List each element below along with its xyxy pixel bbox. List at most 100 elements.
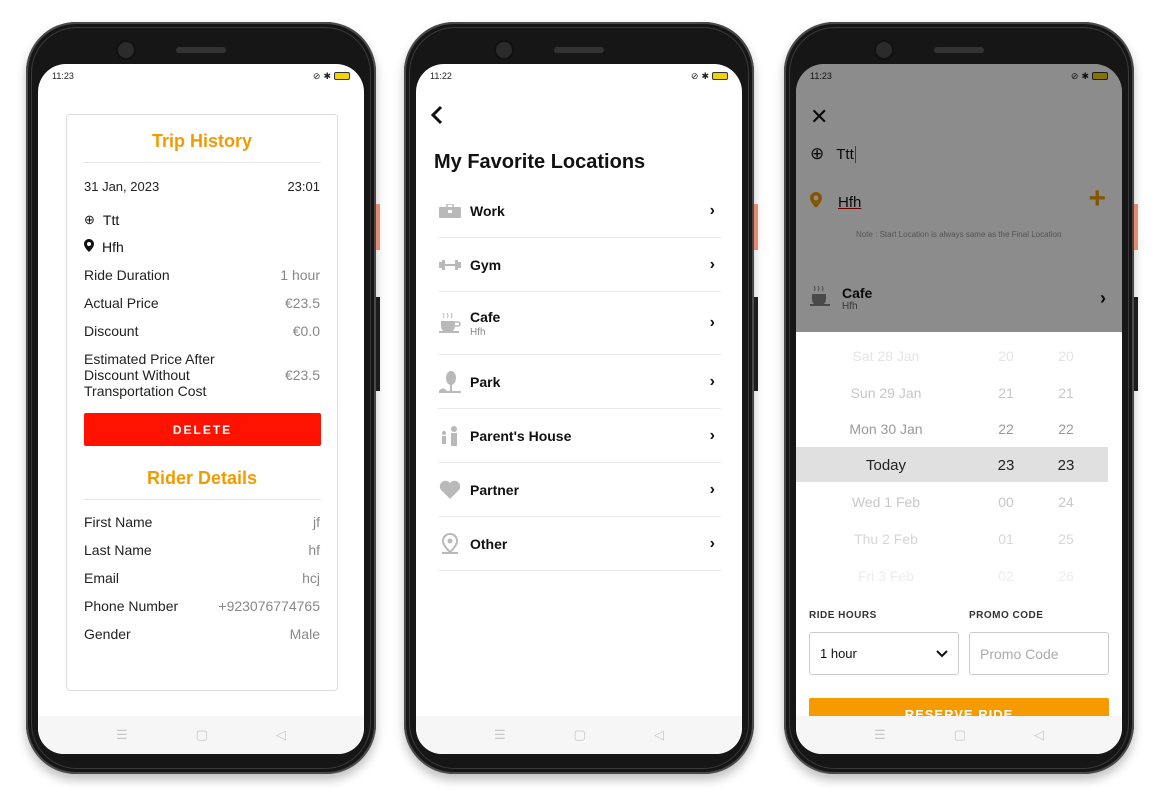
- end-location: Hfh: [102, 239, 124, 255]
- back-nav-icon[interactable]: ◁: [654, 727, 664, 743]
- chevron-right-icon: ›: [709, 372, 715, 390]
- actual-price-row: Actual Price €23.5: [67, 295, 337, 311]
- home-icon[interactable]: ▢: [196, 727, 208, 743]
- side-button: [376, 204, 380, 250]
- fav-item-gym[interactable]: Gym ›: [438, 238, 721, 292]
- back-nav-icon[interactable]: ◁: [1034, 727, 1044, 743]
- side-button: [1134, 297, 1138, 391]
- status-time: 11:22: [430, 71, 452, 81]
- fav-name: Work: [470, 202, 505, 219]
- fav-name: Partner: [470, 481, 520, 498]
- battery-icon: [334, 72, 350, 80]
- fav-name: Park: [470, 373, 501, 390]
- back-nav-icon[interactable]: ◁: [276, 727, 286, 743]
- fav-name: Cafe: [470, 308, 501, 325]
- chevron-right-icon: ›: [709, 534, 715, 552]
- side-button: [754, 204, 758, 250]
- chevron-right-icon: ›: [709, 480, 715, 498]
- tree-icon: [438, 370, 462, 393]
- side-button: [754, 297, 758, 391]
- system-nav-bar: ☰ ▢ ◁: [416, 716, 742, 754]
- first-name-label: First Name: [84, 514, 153, 530]
- dumbbell-icon: [438, 259, 462, 270]
- ride-hours-label: RIDE HOURS: [809, 610, 877, 621]
- screen: 11:23 ⊘ ✱ ✕ ⊕ Ttt Hfh + Note : Start Loca…: [796, 64, 1122, 754]
- estimated-price-label: Estimated Price After Discount Without T…: [84, 351, 215, 399]
- gender-row: Gender Male: [67, 626, 337, 642]
- coffee-icon: [438, 313, 462, 333]
- speaker: [176, 47, 226, 53]
- last-name-label: Last Name: [84, 542, 152, 558]
- ride-hours-value: 1 hour: [820, 646, 857, 661]
- date-row: 31 Jan, 2023 23:01: [67, 179, 337, 194]
- favorite-locations-list: Work › Gym › Cafe Hfh › Park › Parent's …: [438, 184, 721, 571]
- phone-row: Phone Number +923076774765: [67, 598, 337, 614]
- chevron-right-icon: ›: [709, 201, 715, 219]
- trip-time: 23:01: [287, 179, 320, 194]
- fav-name: Gym: [470, 256, 502, 273]
- trip-date: 31 Jan, 2023: [84, 179, 160, 194]
- fav-name: Other: [470, 535, 508, 552]
- fav-item-other[interactable]: Other ›: [438, 517, 721, 571]
- start-location-row: ⊕ Ttt: [67, 212, 337, 228]
- discount-value: €0.0: [292, 323, 320, 339]
- modal-overlay[interactable]: [796, 64, 1122, 332]
- fav-item-partner[interactable]: Partner ›: [438, 463, 721, 517]
- actual-price-label: Actual Price: [84, 295, 159, 311]
- picker-row-selected[interactable]: Today 23 23: [796, 457, 1122, 474]
- picker-row[interactable]: Sat 28 Jan 20 20: [796, 348, 1122, 364]
- email-label: Email: [84, 570, 120, 586]
- system-nav-bar: ☰ ▢ ◁: [38, 716, 364, 754]
- ride-duration-value: 1 hour: [280, 267, 320, 283]
- picker-row[interactable]: Fri 3 Feb 02 26: [796, 568, 1122, 584]
- fav-item-parents-house[interactable]: Parent's House ›: [438, 409, 721, 463]
- discount-row: Discount €0.0: [67, 323, 337, 339]
- fav-item-work[interactable]: Work ›: [438, 184, 721, 238]
- fav-item-park[interactable]: Park ›: [438, 355, 721, 409]
- picker-row[interactable]: Thu 2 Feb 01 25: [796, 531, 1122, 547]
- estimated-price-value: €23.5: [284, 367, 320, 383]
- back-button[interactable]: [430, 104, 444, 132]
- side-button: [376, 297, 380, 391]
- chevron-right-icon: ›: [709, 426, 715, 444]
- phone-favorite-locations: 11:22 ⊘ ✱ My Favorite Locations Work › Gy…: [404, 22, 758, 774]
- screen: 11:23 ⊘ ✱ Trip History 31 Jan, 2023 23:01…: [38, 64, 364, 754]
- status-bar: 11:22 ⊘ ✱: [416, 64, 742, 88]
- fav-item-cafe[interactable]: Cafe Hfh ›: [438, 292, 721, 355]
- ride-duration-row: Ride Duration 1 hour: [67, 267, 337, 283]
- delete-button[interactable]: DELETE: [84, 413, 321, 446]
- camera: [116, 40, 136, 60]
- picker-row[interactable]: Sun 29 Jan 21 21: [796, 385, 1122, 401]
- chevron-right-icon: ›: [709, 255, 715, 273]
- speaker: [554, 47, 604, 53]
- promo-code-input[interactable]: [969, 632, 1109, 675]
- home-icon[interactable]: ▢: [574, 727, 586, 743]
- gender-value: Male: [289, 626, 320, 642]
- menu-icon[interactable]: ☰: [874, 727, 886, 743]
- first-name-value: jf: [313, 514, 320, 530]
- camera: [874, 40, 894, 60]
- status-bar: 11:23 ⊘ ✱: [38, 64, 364, 88]
- chevron-left-icon: [430, 105, 443, 125]
- bluetooth-icon: ✱: [323, 70, 331, 81]
- ride-hours-select[interactable]: 1 hour: [809, 632, 959, 675]
- menu-icon[interactable]: ☰: [494, 727, 506, 743]
- phone-reserve-ride: 11:23 ⊘ ✱ ✕ ⊕ Ttt Hfh + Note : Start Loca…: [784, 22, 1138, 774]
- family-icon: [438, 425, 462, 446]
- side-button: [1134, 204, 1138, 250]
- start-location: Ttt: [102, 212, 120, 228]
- location-pin-icon: [438, 532, 462, 555]
- phone-label: Phone Number: [84, 598, 179, 614]
- home-icon[interactable]: ▢: [954, 727, 966, 743]
- booking-sheet: Sat 28 Jan 20 20 Sun 29 Jan 21 21 Mon 30 Jan…: [796, 332, 1122, 731]
- ride-duration-label: Ride Duration: [84, 267, 170, 283]
- page-title: My Favorite Locations: [434, 151, 646, 173]
- picker-row[interactable]: Wed 1 Feb 00 24: [796, 494, 1122, 510]
- menu-icon[interactable]: ☰: [116, 727, 128, 743]
- picker-row[interactable]: Mon 30 Jan 22 22: [796, 421, 1122, 437]
- briefcase-icon: [438, 203, 462, 218]
- email-row: Email hcj: [67, 570, 337, 586]
- bluetooth-icon: ✱: [701, 70, 709, 81]
- battery-icon: [712, 72, 728, 80]
- estimated-price-row: Estimated Price After Discount Without T…: [67, 351, 337, 399]
